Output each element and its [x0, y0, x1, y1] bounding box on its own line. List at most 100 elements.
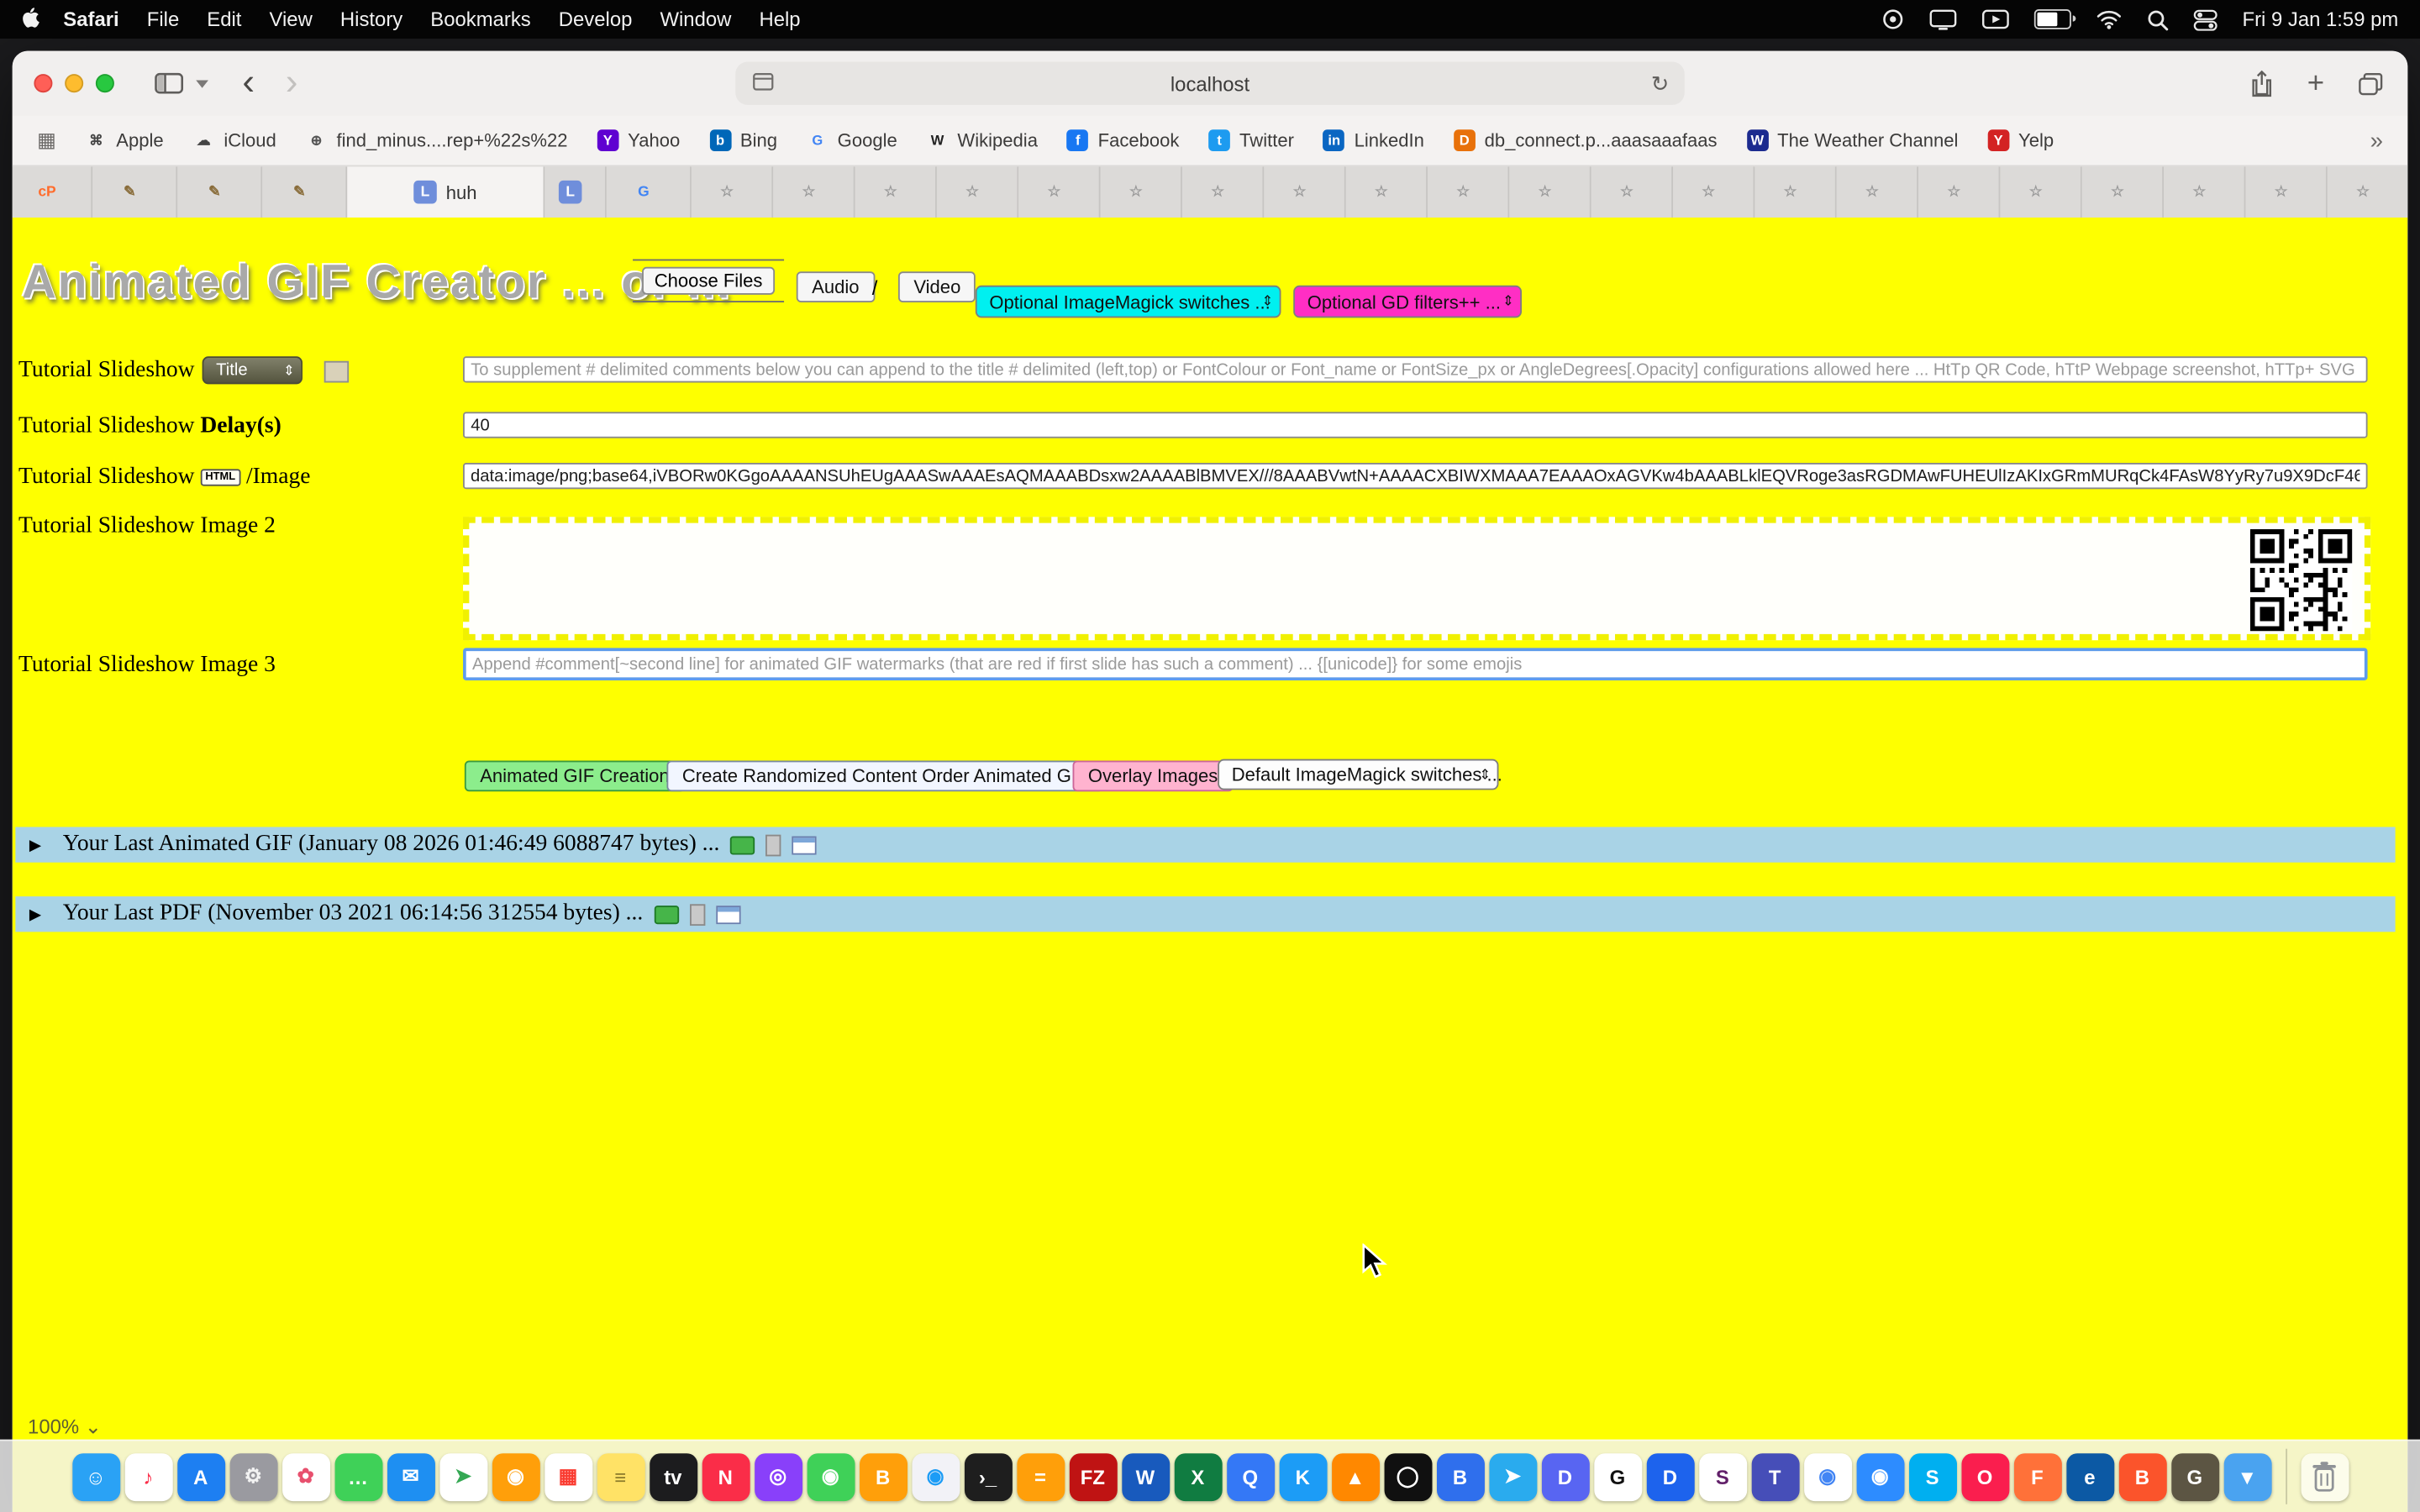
forward-button[interactable]: › — [286, 65, 298, 102]
audio-button[interactable]: Audio — [797, 271, 875, 302]
randomized-gif-button[interactable]: Create Randomized Content Order Animated… — [666, 761, 1102, 792]
tab-empty-7[interactable]: ☆ — [1182, 166, 1264, 218]
tab-empty-20[interactable]: ☆ — [2245, 166, 2327, 218]
dock-icon-calculator[interactable]: = — [1016, 1452, 1064, 1500]
image-data-input[interactable] — [463, 463, 2368, 489]
dock-icon-calendar[interactable]: ▦ — [544, 1452, 592, 1500]
dock-icon-facetime[interactable]: ◉ — [807, 1452, 855, 1500]
dock-icon-brave[interactable]: B — [2118, 1452, 2166, 1500]
tab-empty-18[interactable]: ☆ — [2082, 166, 2164, 218]
html-badge[interactable]: HTML — [201, 469, 240, 486]
tab-overview-icon[interactable] — [2359, 71, 2383, 95]
dock-icon-telegram[interactable]: ➤ — [1489, 1452, 1537, 1500]
dock-icon-vlc[interactable]: ▲ — [1331, 1452, 1379, 1500]
dock-icon-news[interactable]: N — [702, 1452, 750, 1500]
dock-icon-edge[interactable]: e — [2065, 1452, 2113, 1500]
tab-empty-6[interactable]: ☆ — [1101, 166, 1182, 218]
last-animated-gif-bar[interactable]: Your Last Animated GIF (January 08 2026 … — [15, 827, 2395, 862]
zoom-window-button[interactable] — [96, 74, 114, 92]
tab-empty-17[interactable]: ☆ — [2000, 166, 2081, 218]
tab-empty-5[interactable]: ☆ — [1018, 166, 1100, 218]
file-input[interactable]: Choose Files — [633, 260, 784, 302]
clip-thumbnail-icon[interactable] — [765, 834, 781, 856]
bookmark-wikipedia[interactable]: W Wikipedia — [927, 129, 1038, 151]
tab-empty-4[interactable]: ☆ — [937, 166, 1018, 218]
apple-menu-icon[interactable] — [22, 7, 44, 31]
menu-item-Edit[interactable]: Edit — [193, 8, 255, 31]
tab-empty-12[interactable]: ☆ — [1591, 166, 1673, 218]
wifi-icon[interactable] — [2096, 9, 2122, 29]
title-config-input[interactable] — [463, 356, 2368, 382]
bookmark-db-connect[interactable]: D db_connect.p...aaasaaafaas — [1454, 129, 1718, 151]
dock-icon-discord[interactable]: D — [1541, 1452, 1589, 1500]
dock-icon-safari[interactable]: ◉ — [912, 1452, 960, 1500]
dock-icon-system-settings[interactable]: ⚙ — [229, 1452, 277, 1500]
menu-item-Bookmarks[interactable]: Bookmarks — [417, 8, 545, 31]
tab-empty-2[interactable]: ☆ — [773, 166, 855, 218]
tab-huh[interactable]: L huh — [347, 166, 544, 218]
overlay-images-button[interactable]: Overlay Images — [1073, 761, 1234, 792]
tab-empty-13[interactable]: ☆ — [1673, 166, 1754, 218]
dock-icon-teams[interactable]: T — [1751, 1452, 1799, 1500]
page-settings-icon[interactable] — [752, 71, 774, 95]
trash-icon[interactable] — [2301, 1452, 2349, 1500]
dock-icon-podcasts[interactable]: ◎ — [754, 1452, 802, 1500]
display-icon[interactable] — [1929, 8, 1957, 30]
last-pdf-bar[interactable]: Your Last PDF (November 03 2021 06:14:56… — [15, 896, 2395, 932]
bookmark-twitter[interactable]: t Twitter — [1208, 129, 1294, 151]
favorites-grid-icon[interactable]: ▦ — [37, 128, 56, 152]
zoom-indicator[interactable]: 100% ⌄ — [28, 1415, 102, 1439]
dock-icon-excel[interactable]: X — [1174, 1452, 1222, 1500]
menu-extra-icon[interactable] — [1881, 8, 1905, 31]
menu-item-Help[interactable]: Help — [745, 8, 814, 31]
tab-empty-1[interactable]: ☆ — [692, 166, 773, 218]
menu-item-Window[interactable]: Window — [646, 8, 745, 31]
clip-thumbnail-icon[interactable] — [689, 903, 704, 925]
sidebar-toggle-icon[interactable] — [155, 72, 184, 94]
bookmark-google[interactable]: G Google — [807, 129, 897, 151]
delay-input[interactable] — [463, 412, 2368, 438]
dock-icon-photos[interactable]: ✿ — [281, 1452, 329, 1500]
bookmark-find-minus[interactable]: ⊕ find_minus....rep+%22s%22 — [306, 129, 568, 151]
spotlight-search-icon[interactable] — [2147, 8, 2169, 30]
menu-item-Safari[interactable]: Safari — [50, 8, 133, 31]
dock-icon-chrome[interactable]: ◉ — [1803, 1452, 1851, 1500]
menu-item-File[interactable]: File — [133, 8, 193, 31]
dock-icon-docker[interactable]: D — [1646, 1452, 1694, 1500]
reload-icon[interactable]: ↻ — [1651, 71, 1670, 97]
dock-icon-terminal[interactable]: ›_ — [964, 1452, 1012, 1500]
dock-icon-opera[interactable]: O — [1961, 1452, 2009, 1500]
close-window-button[interactable] — [34, 74, 52, 92]
tab-editor-2[interactable]: ✎ — [177, 166, 262, 218]
table-thumbnail-icon[interactable] — [792, 836, 817, 854]
dock-icon-keynote[interactable]: K — [1279, 1452, 1327, 1500]
animated-gif-creation-button[interactable]: Animated GIF Creation — [465, 761, 685, 792]
dock-icon-photo-booth[interactable]: ◉ — [492, 1452, 539, 1500]
dock-icon-filezilla[interactable]: FZ — [1069, 1452, 1117, 1500]
dock-icon-skype[interactable]: S — [1908, 1452, 1956, 1500]
dock-icon-quicktime[interactable]: Q — [1226, 1452, 1274, 1500]
share-icon[interactable] — [2250, 70, 2274, 97]
bookmark-apple[interactable]: ⌘ Apple — [86, 129, 164, 151]
image2-dropzone[interactable] — [463, 517, 2370, 640]
pdf-thumbnail-icon[interactable] — [654, 905, 678, 923]
video-button[interactable]: Video — [898, 271, 976, 302]
menu-item-History[interactable]: History — [326, 8, 416, 31]
tab-empty-3[interactable]: ☆ — [855, 166, 937, 218]
menu-item-View[interactable]: View — [255, 8, 326, 31]
tab-empty-16[interactable]: ☆ — [1918, 166, 2000, 218]
dock-icon-finder[interactable]: ☺ — [71, 1452, 119, 1500]
tab-empty-11[interactable]: ☆ — [1509, 166, 1591, 218]
screen-mirroring-icon[interactable] — [1981, 9, 2009, 29]
tab-cpanel[interactable]: cP — [13, 166, 93, 218]
tab-editor-3[interactable]: ✎ — [262, 166, 347, 218]
dock-icon-slack[interactable]: S — [1698, 1452, 1746, 1500]
dock-icon-books[interactable]: B — [859, 1452, 907, 1500]
gd-filters-select[interactable]: Optional GD filters++ ... — [1293, 286, 1522, 318]
tab-empty-10[interactable]: ☆ — [1428, 166, 1509, 218]
tab-editor-1[interactable]: ✎ — [92, 166, 177, 218]
color-swatch[interactable] — [324, 361, 349, 383]
dock-icon-firefox[interactable]: F — [2013, 1452, 2061, 1500]
control-center-icon[interactable] — [2193, 8, 2217, 30]
choose-files-button[interactable]: Choose Files — [642, 267, 775, 295]
